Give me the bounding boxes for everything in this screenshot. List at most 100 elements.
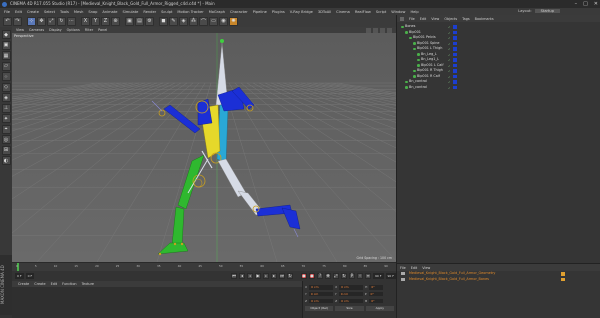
layer-menu-edit[interactable]: Edit (411, 266, 418, 270)
y-axis-lock-icon[interactable]: Y (91, 16, 100, 26)
render-settings-icon[interactable]: ⚙ (145, 16, 154, 26)
foot-control-2[interactable] (180, 242, 184, 246)
object-tag-icon[interactable] (453, 58, 457, 62)
viewport-menu-display[interactable]: Display (49, 28, 62, 32)
x-axis-lock-icon[interactable]: X (81, 16, 90, 26)
menu-sculpt[interactable]: Sculpt (161, 10, 172, 14)
light-object-icon[interactable]: ✺ (229, 16, 238, 26)
foot-control-3[interactable] (158, 252, 162, 256)
size-x-field[interactable]: 0 cm (339, 285, 364, 290)
layer-menu-view[interactable]: View (422, 266, 430, 270)
pos-y-field[interactable]: 0 cm (308, 291, 333, 297)
keyframe-selection-icon[interactable]: ? (317, 273, 323, 279)
object-menu-edit[interactable]: Edit (420, 17, 427, 21)
rotate-tool-icon[interactable]: ↻ (57, 16, 66, 26)
rot-b-field[interactable]: 0° (369, 298, 384, 304)
object-tag-icon[interactable] (453, 41, 457, 45)
size-mode-dropdown[interactable]: Size (335, 306, 364, 312)
menu-mesh[interactable]: Mesh (74, 10, 83, 14)
viewport-move-icon[interactable] (366, 27, 371, 33)
start-frame-field[interactable]: 0 F (25, 273, 35, 279)
render-view-icon[interactable]: ▣ (125, 16, 134, 26)
rot-h-field[interactable]: 0° (369, 285, 384, 290)
animation-mode-icon[interactable]: ◎ (1, 135, 11, 144)
menu-simulate[interactable]: Simulate (122, 10, 138, 14)
object-tag-icon[interactable] (453, 30, 457, 34)
viewport-menu-filter[interactable]: Filter (85, 28, 93, 32)
menu-3dtoall[interactable]: 3DToAll (318, 10, 331, 14)
next-frame-icon[interactable]: ▹ (263, 273, 269, 279)
position-key-icon[interactable]: ✥ (325, 273, 331, 279)
object-menu-view[interactable]: View (431, 17, 439, 21)
object-tag-icon[interactable] (453, 85, 457, 89)
end-frame-field[interactable]: 90 F (373, 273, 384, 279)
array-icon[interactable]: ⁂ (189, 16, 198, 26)
snap-icon[interactable]: ⌖ (1, 124, 11, 134)
rotation-key-icon[interactable]: ↻ (341, 273, 347, 279)
object-tag-icon[interactable] (453, 63, 457, 67)
viewport-menu-cameras[interactable]: Cameras (29, 28, 44, 32)
menu-cinema[interactable]: Cinema (336, 10, 350, 14)
menu-motion-tracker[interactable]: Motion Tracker (177, 10, 203, 14)
live-selection-icon[interactable]: ⊹ (27, 16, 36, 26)
workplane-icon[interactable]: ▱ (1, 61, 11, 71)
viewport-menu-panel[interactable]: Panel (98, 28, 107, 32)
edges-mode-icon[interactable]: ◇ (1, 82, 11, 92)
object-tag-icon[interactable] (453, 47, 457, 51)
minimize-button[interactable]: – (575, 1, 578, 7)
tweak-mode-icon[interactable]: ✦ (1, 114, 11, 123)
recent-tools-icon[interactable]: ⋯ (67, 16, 76, 26)
pen-spline-icon[interactable]: ✎ (169, 16, 178, 26)
viewport-rotate-icon[interactable] (380, 27, 385, 33)
go-to-end-icon[interactable]: ⏭ (279, 273, 285, 279)
material-menu-create-2[interactable]: Create (34, 282, 45, 286)
menu-select[interactable]: Select (44, 10, 55, 14)
menu-tools[interactable]: Tools (60, 10, 69, 14)
close-button[interactable]: ✕ (594, 1, 598, 7)
pos-x-field[interactable]: 0 cm (309, 285, 334, 290)
object-row[interactable]: Bn_control ✓ (397, 85, 600, 91)
object-menu-tags[interactable]: Tags (462, 17, 470, 21)
layout-dropdown[interactable]: Startup (534, 9, 560, 13)
menu-create[interactable]: Create (27, 10, 39, 14)
menu-vray-bridge[interactable]: V-Ray Bridge (290, 10, 313, 14)
menu-realflow[interactable]: RealFlow (355, 10, 371, 14)
coord-mode-dropdown[interactable]: Object (Rel) (305, 306, 334, 312)
bend-deformer-icon[interactable]: ⌒ (199, 16, 208, 26)
viewport-menu-view[interactable]: View (16, 28, 24, 32)
menu-script[interactable]: Script (376, 10, 386, 14)
menu-pipeline[interactable]: Pipeline (253, 10, 267, 14)
loop-icon[interactable]: ↻ (287, 273, 293, 279)
material-menu-function[interactable]: Function (62, 282, 76, 286)
floor-object-icon[interactable]: ▭ (209, 16, 218, 26)
previous-frame-icon[interactable]: ◃ (247, 273, 253, 279)
head-joint[interactable] (220, 39, 224, 43)
object-tag-icon[interactable] (453, 25, 457, 29)
timeline-ruler[interactable]: 0 5 10 15 20 25 30 35 40 45 50 55 60 65 70 75 80 85 90 (12, 262, 396, 271)
object-menu-objects[interactable]: Objects (444, 17, 457, 21)
end-frame-field-2[interactable]: 90 F (385, 273, 396, 279)
subdivision-surface-icon[interactable]: ◈ (179, 16, 188, 26)
material-menu-edit[interactable]: Edit (51, 282, 58, 286)
object-tag-icon[interactable] (453, 36, 457, 40)
points-mode-icon[interactable]: ⁘ (1, 72, 11, 81)
material-area[interactable] (12, 287, 302, 318)
object-menu-file[interactable]: File (409, 17, 415, 21)
object-tag-icon[interactable] (453, 69, 457, 73)
polygons-mode-icon[interactable]: ◈ (1, 93, 11, 102)
apply-button[interactable]: Apply (365, 306, 394, 312)
make-editable-icon[interactable]: ◆ (1, 30, 11, 39)
material-menu-texture[interactable]: Texture (82, 282, 94, 286)
undo-icon[interactable]: ↶ (3, 16, 12, 26)
menu-render[interactable]: Render (143, 10, 156, 14)
record-active-icon[interactable]: ● (301, 273, 307, 279)
perspective-viewport[interactable]: Perspective Grid Spacing : 100 cm (12, 33, 396, 262)
render-picture-viewer-icon[interactable]: ▤ (135, 16, 144, 26)
scale-key-icon[interactable]: ⤢ (333, 273, 339, 279)
coordinate-system-icon[interactable]: ⊕ (111, 16, 120, 26)
timeline-menu-icon[interactable]: ≡ (365, 273, 371, 279)
go-to-start-icon[interactable]: ⏮ (231, 273, 237, 279)
viewport-zoom-icon[interactable] (373, 27, 378, 33)
viewport-scene[interactable] (12, 33, 396, 262)
object-tag-icon[interactable] (453, 80, 457, 84)
